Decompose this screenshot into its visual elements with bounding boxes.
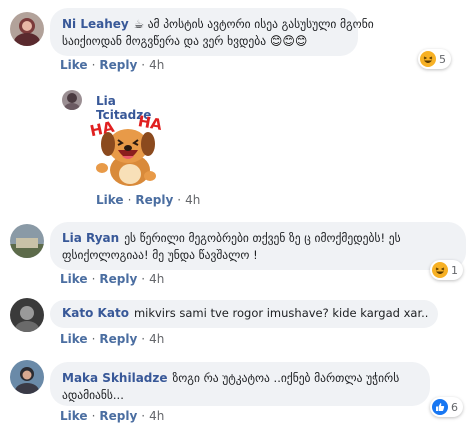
like-reaction-icon	[432, 399, 448, 415]
comment-text: ადამიანს...	[62, 388, 124, 402]
avatar[interactable]	[10, 12, 44, 46]
avatar[interactable]	[10, 298, 44, 332]
like-link[interactable]: Like	[60, 272, 88, 286]
comment-actions: Like · Reply · 4h	[60, 332, 165, 346]
comment-actions: Like · Reply · 4h	[60, 58, 165, 72]
reply-link[interactable]: Reply	[99, 332, 137, 346]
like-link[interactable]: Like	[60, 332, 88, 346]
avatar[interactable]	[10, 360, 44, 394]
comment-text: ზოგი რა უტკატოა ..იქნებ მართლა უჭირს	[172, 371, 400, 385]
comment-text: ☕ ამ პოსტის ავტორი ისეა გასუსული მგონი	[133, 17, 374, 31]
comment-author[interactable]: Ni Leahey	[62, 17, 129, 31]
like-link[interactable]: Like	[60, 58, 88, 72]
comment-time[interactable]: 4h	[185, 193, 200, 207]
reply-link[interactable]: Reply	[99, 58, 137, 72]
haha-reaction-icon	[432, 262, 448, 278]
comment-text: საიქიოდან მოგვწერა და ვერ ხვდება	[62, 34, 267, 48]
comment-author[interactable]: Maka Skhiladze	[62, 371, 168, 385]
reply-link[interactable]: Reply	[99, 409, 137, 423]
comment-bubble: Kato Kato mikvirs sami tve rogor imushave…	[50, 300, 438, 328]
reaction-badge[interactable]: 1	[430, 260, 463, 280]
comment-actions: Like · Reply · 4h	[60, 409, 165, 423]
comment-text: ეს წერილი მეგობრები თქვენ ზე ც იმოქმედებ…	[124, 231, 401, 245]
comment-actions: Like · Reply · 4h	[60, 272, 165, 286]
comment-time[interactable]: 4h	[149, 58, 164, 72]
comment-author[interactable]: Lia Ryan	[62, 231, 119, 245]
haha-dog-sticker: HA HA	[88, 112, 168, 190]
blush-emoji-icon: 😊😊😊	[269, 34, 308, 48]
like-link[interactable]: Like	[96, 193, 124, 207]
comment-bubble: Lia Ryan ეს წერილი მეგობრები თქვენ ზე ც ი…	[50, 222, 466, 270]
reaction-count: 1	[451, 263, 458, 277]
reply-link[interactable]: Reply	[135, 193, 173, 207]
reaction-badge[interactable]: 5	[418, 49, 451, 69]
reaction-count: 6	[451, 400, 458, 414]
reply-link[interactable]: Reply	[99, 272, 137, 286]
comment-author[interactable]: Kato Kato	[62, 306, 129, 320]
comment-time[interactable]: 4h	[149, 332, 164, 346]
avatar[interactable]	[62, 90, 82, 110]
comment-text: ფსიქოლოგიაა! მე უნდა წავშალო !	[62, 248, 258, 262]
comment-time[interactable]: 4h	[149, 272, 164, 286]
reaction-badge[interactable]: 6	[430, 397, 463, 417]
comment-bubble: Maka Skhiladze ზოგი რა უტკატოა ..იქნებ მა…	[50, 362, 430, 406]
comment-bubble: Ni Leahey ☕ ამ პოსტის ავტორი ისეა გასუსულ…	[50, 8, 374, 56]
reaction-count: 5	[439, 52, 446, 66]
haha-reaction-icon	[420, 51, 436, 67]
like-link[interactable]: Like	[60, 409, 88, 423]
comment-text: mikvirs sami tve rogor imushave? kide ka…	[133, 306, 429, 320]
comment-time[interactable]: 4h	[149, 409, 164, 423]
avatar[interactable]	[10, 224, 44, 258]
comment-actions: Like · Reply · 4h	[96, 193, 201, 207]
